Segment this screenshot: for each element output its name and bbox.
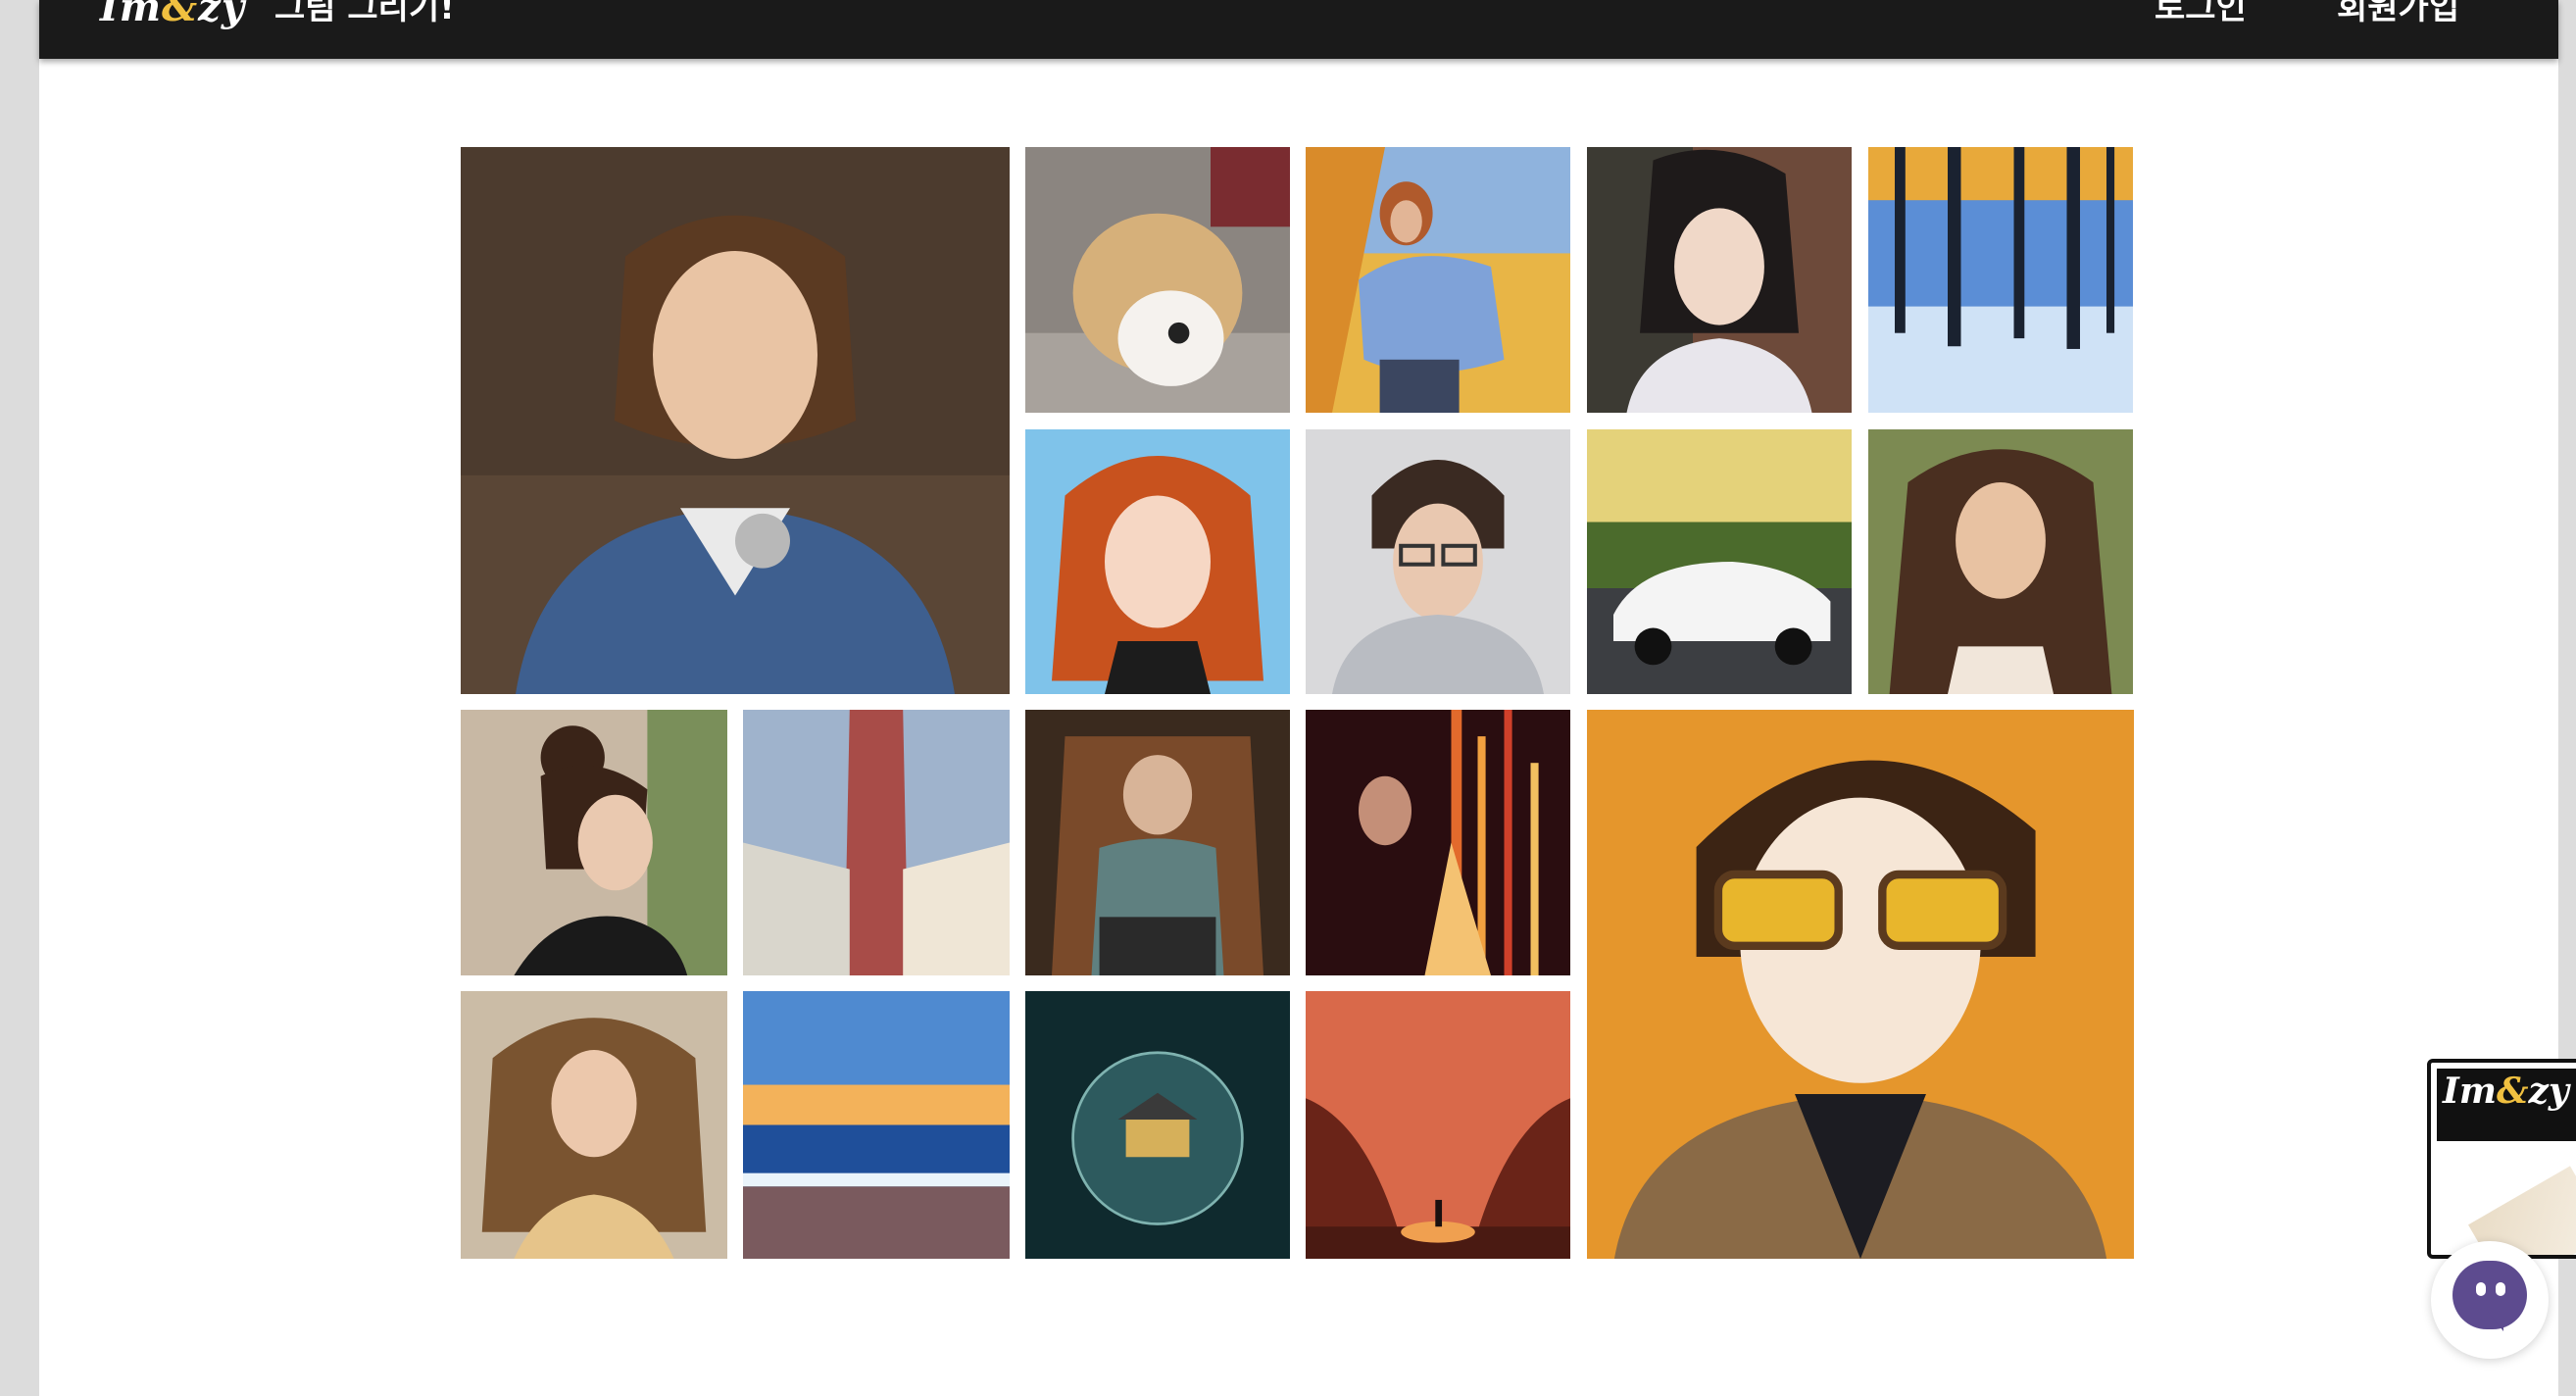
- gallery-image-ocean-sunset[interactable]: [743, 991, 1010, 1259]
- popup-logo-text: Im: [2443, 1071, 2497, 1112]
- logo[interactable]: Im&zy: [100, 0, 245, 37]
- gallery-image-house-sphere[interactable]: [1025, 991, 1290, 1259]
- popup-logo-accent: &: [2496, 1071, 2529, 1112]
- popup-logo-bar: Im&zy: [2437, 1069, 2576, 1141]
- gallery-image-snowy-forest[interactable]: [1868, 147, 2133, 413]
- gallery-image-asian-woman[interactable]: [1587, 147, 1852, 413]
- signup-link[interactable]: 회원가입: [2337, 0, 2459, 37]
- top-navbar: Im&zy 그림 그리기! 로그인 회원가입: [39, 0, 2558, 59]
- gallery-image-old-man[interactable]: [1025, 710, 1290, 975]
- gallery-image-woman-bun[interactable]: [461, 710, 727, 975]
- gallery-image-woman-long-hair[interactable]: [1868, 429, 2133, 694]
- chat-button[interactable]: [2431, 1241, 2549, 1359]
- gallery-image-anime-redhead[interactable]: [1025, 429, 1290, 694]
- logo-text-tail: zy: [198, 0, 246, 30]
- gallery-image-curly-hair-woman[interactable]: [461, 991, 727, 1259]
- logo-text: Im: [100, 0, 163, 30]
- gallery-image-puppy[interactable]: [1025, 147, 1290, 413]
- gallery-image-sports-car[interactable]: [1587, 429, 1852, 694]
- gallery-image-nurse[interactable]: [461, 147, 1010, 694]
- logo-accent: &: [162, 0, 199, 30]
- chat-bubble-tail-icon: [2488, 1312, 2503, 1331]
- gallery-image-glowing-woman[interactable]: [1306, 710, 1570, 975]
- gallery-image-anime-boy-sunglasses[interactable]: [1587, 710, 2134, 1259]
- chat-eye-left-icon: [2476, 1282, 2486, 1296]
- gallery-image-lone-figure[interactable]: [1306, 991, 1570, 1259]
- mini-preview-popup[interactable]: Im&zy: [2427, 1059, 2576, 1259]
- gallery-image-boy-glasses[interactable]: [1306, 429, 1570, 694]
- popup-logo-text-tail: zy: [2528, 1071, 2569, 1112]
- draw-link[interactable]: 그림 그리기!: [274, 0, 455, 37]
- login-link[interactable]: 로그인: [2155, 0, 2247, 37]
- gallery-image-building[interactable]: [743, 710, 1010, 975]
- page: Im&zy 그림 그리기! 로그인 회원가입 Im&zy: [39, 0, 2576, 1396]
- chat-eye-right-icon: [2496, 1282, 2505, 1296]
- gallery-image-woman-autumn[interactable]: [1306, 147, 1570, 413]
